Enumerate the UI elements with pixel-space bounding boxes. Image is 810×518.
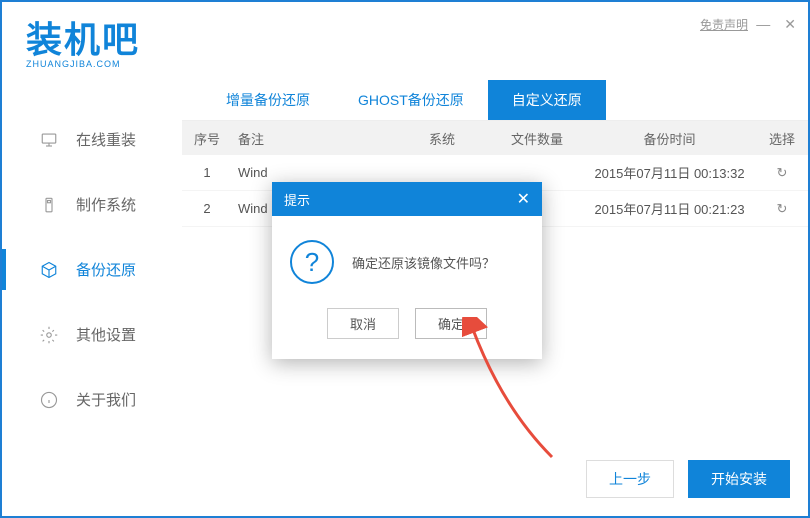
question-icon: ?: [290, 240, 334, 284]
ok-button[interactable]: 确定: [415, 308, 487, 339]
cancel-button[interactable]: 取消: [327, 308, 399, 339]
dialog-body: ? 确定还原该镜像文件吗？: [272, 216, 542, 308]
dialog-footer: 取消 确定: [272, 308, 542, 359]
dialog-title: 提示: [284, 190, 310, 209]
dialog-titlebar: 提示 ✕: [272, 182, 542, 216]
dialog-close-button[interactable]: ✕: [517, 189, 530, 209]
confirm-dialog: 提示 ✕ ? 确定还原该镜像文件吗？ 取消 确定: [272, 182, 542, 359]
app-window: 装机吧 ZHUANGJIBA.COM 免责声明 — ✕ 在线重装 制作系统 备份…: [0, 0, 810, 518]
dialog-message: 确定还原该镜像文件吗？: [352, 253, 495, 272]
modal-overlay: 提示 ✕ ? 确定还原该镜像文件吗？ 取消 确定: [2, 2, 808, 516]
